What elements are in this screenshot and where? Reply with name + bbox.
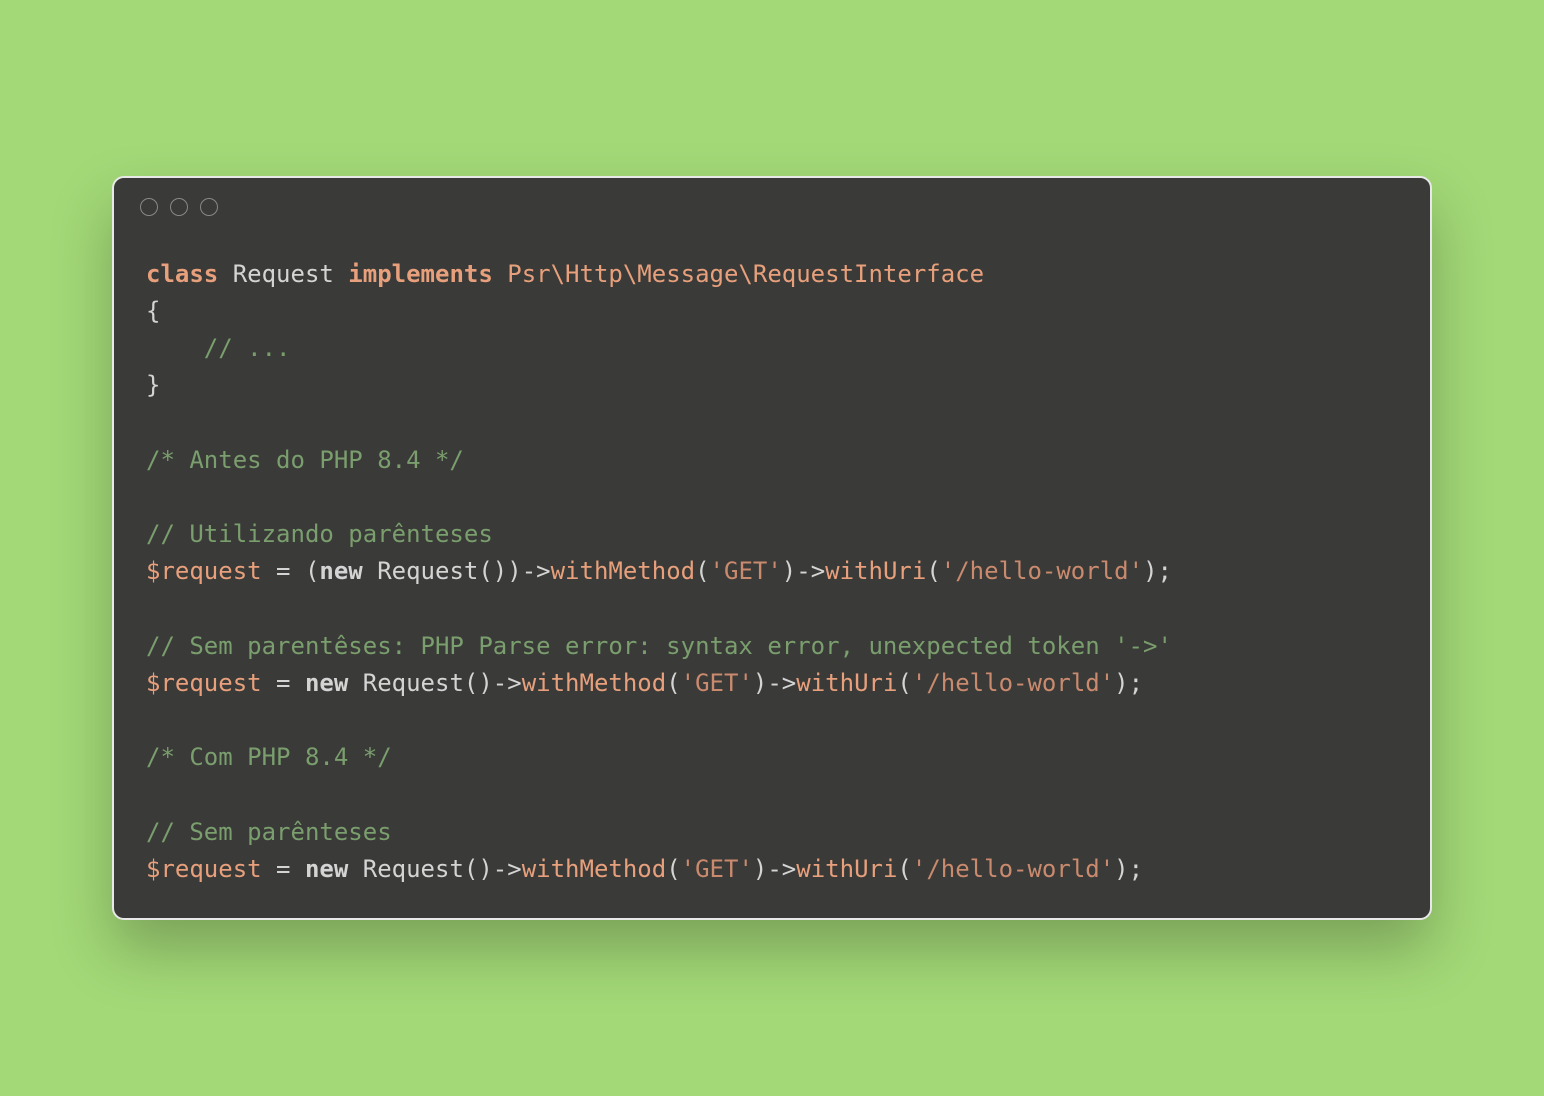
code-token-method: withUri [825,557,926,585]
code-token-punct: ( [926,557,940,585]
code-token-punct: } [146,371,160,399]
code-token-method: withMethod [522,669,667,697]
code-token-punct: ( [897,669,911,697]
code-token-comment: // ... [204,334,291,362]
code-token-comment: /* Com PHP 8.4 */ [146,743,392,771]
code-token-string: '/hello-world' [941,557,1143,585]
code-content: class Request implements Psr\Http\Messag… [114,216,1430,918]
code-token-classname: Request [348,669,464,697]
code-token-punct: ( [695,557,709,585]
code-token-punct: )-> [753,855,796,883]
window-close-button[interactable] [140,198,158,216]
code-token-method: withMethod [551,557,696,585]
code-token-operator: = [262,855,305,883]
code-token-method: withUri [796,855,897,883]
code-token-comment: /* Antes do PHP 8.4 */ [146,446,464,474]
window-minimize-button[interactable] [170,198,188,216]
code-token-punct: )-> [753,669,796,697]
code-token-punct: ())-> [478,557,550,585]
code-token-operator: = ( [262,557,320,585]
code-token-comment: // Sem parênteses [146,818,392,846]
code-token-punct: ()-> [464,669,522,697]
code-token-type: Psr\Http\Message\RequestInterface [493,260,984,288]
code-token-variable: $request [146,557,262,585]
window-maximize-button[interactable] [200,198,218,216]
code-token-punct: ( [666,669,680,697]
title-bar [114,178,1430,216]
code-token-method: withUri [796,669,897,697]
code-token-newkw: new [305,669,348,697]
code-token-punct: ); [1114,669,1143,697]
code-token-punct: )-> [782,557,825,585]
code-token-method: withMethod [522,855,667,883]
code-token-comment: // Utilizando parênteses [146,520,493,548]
code-token-punct: ()-> [464,855,522,883]
code-token-keyword: class [146,260,218,288]
code-token-punct: ); [1143,557,1172,585]
code-token-classname: Request [363,557,479,585]
code-token-keyword: implements [348,260,493,288]
code-token-string: '/hello-world' [912,855,1114,883]
code-token-punct: ); [1114,855,1143,883]
code-token-variable: $request [146,669,262,697]
code-token-string: 'GET' [710,557,782,585]
code-token-string: 'GET' [681,669,753,697]
code-token-newkw: new [305,855,348,883]
code-token-punct: { [146,297,204,362]
code-token-variable: $request [146,855,262,883]
code-token-operator: = [262,669,305,697]
code-token-classname: Request [218,260,348,288]
code-token-string: 'GET' [681,855,753,883]
code-window: class Request implements Psr\Http\Messag… [112,176,1432,920]
code-token-comment: // Sem parentêses: PHP Parse error: synt… [146,632,1172,660]
code-token-punct: ( [897,855,911,883]
code-token-classname: Request [348,855,464,883]
code-token-punct: ( [666,855,680,883]
code-token-string: '/hello-world' [912,669,1114,697]
code-token-newkw: new [319,557,362,585]
